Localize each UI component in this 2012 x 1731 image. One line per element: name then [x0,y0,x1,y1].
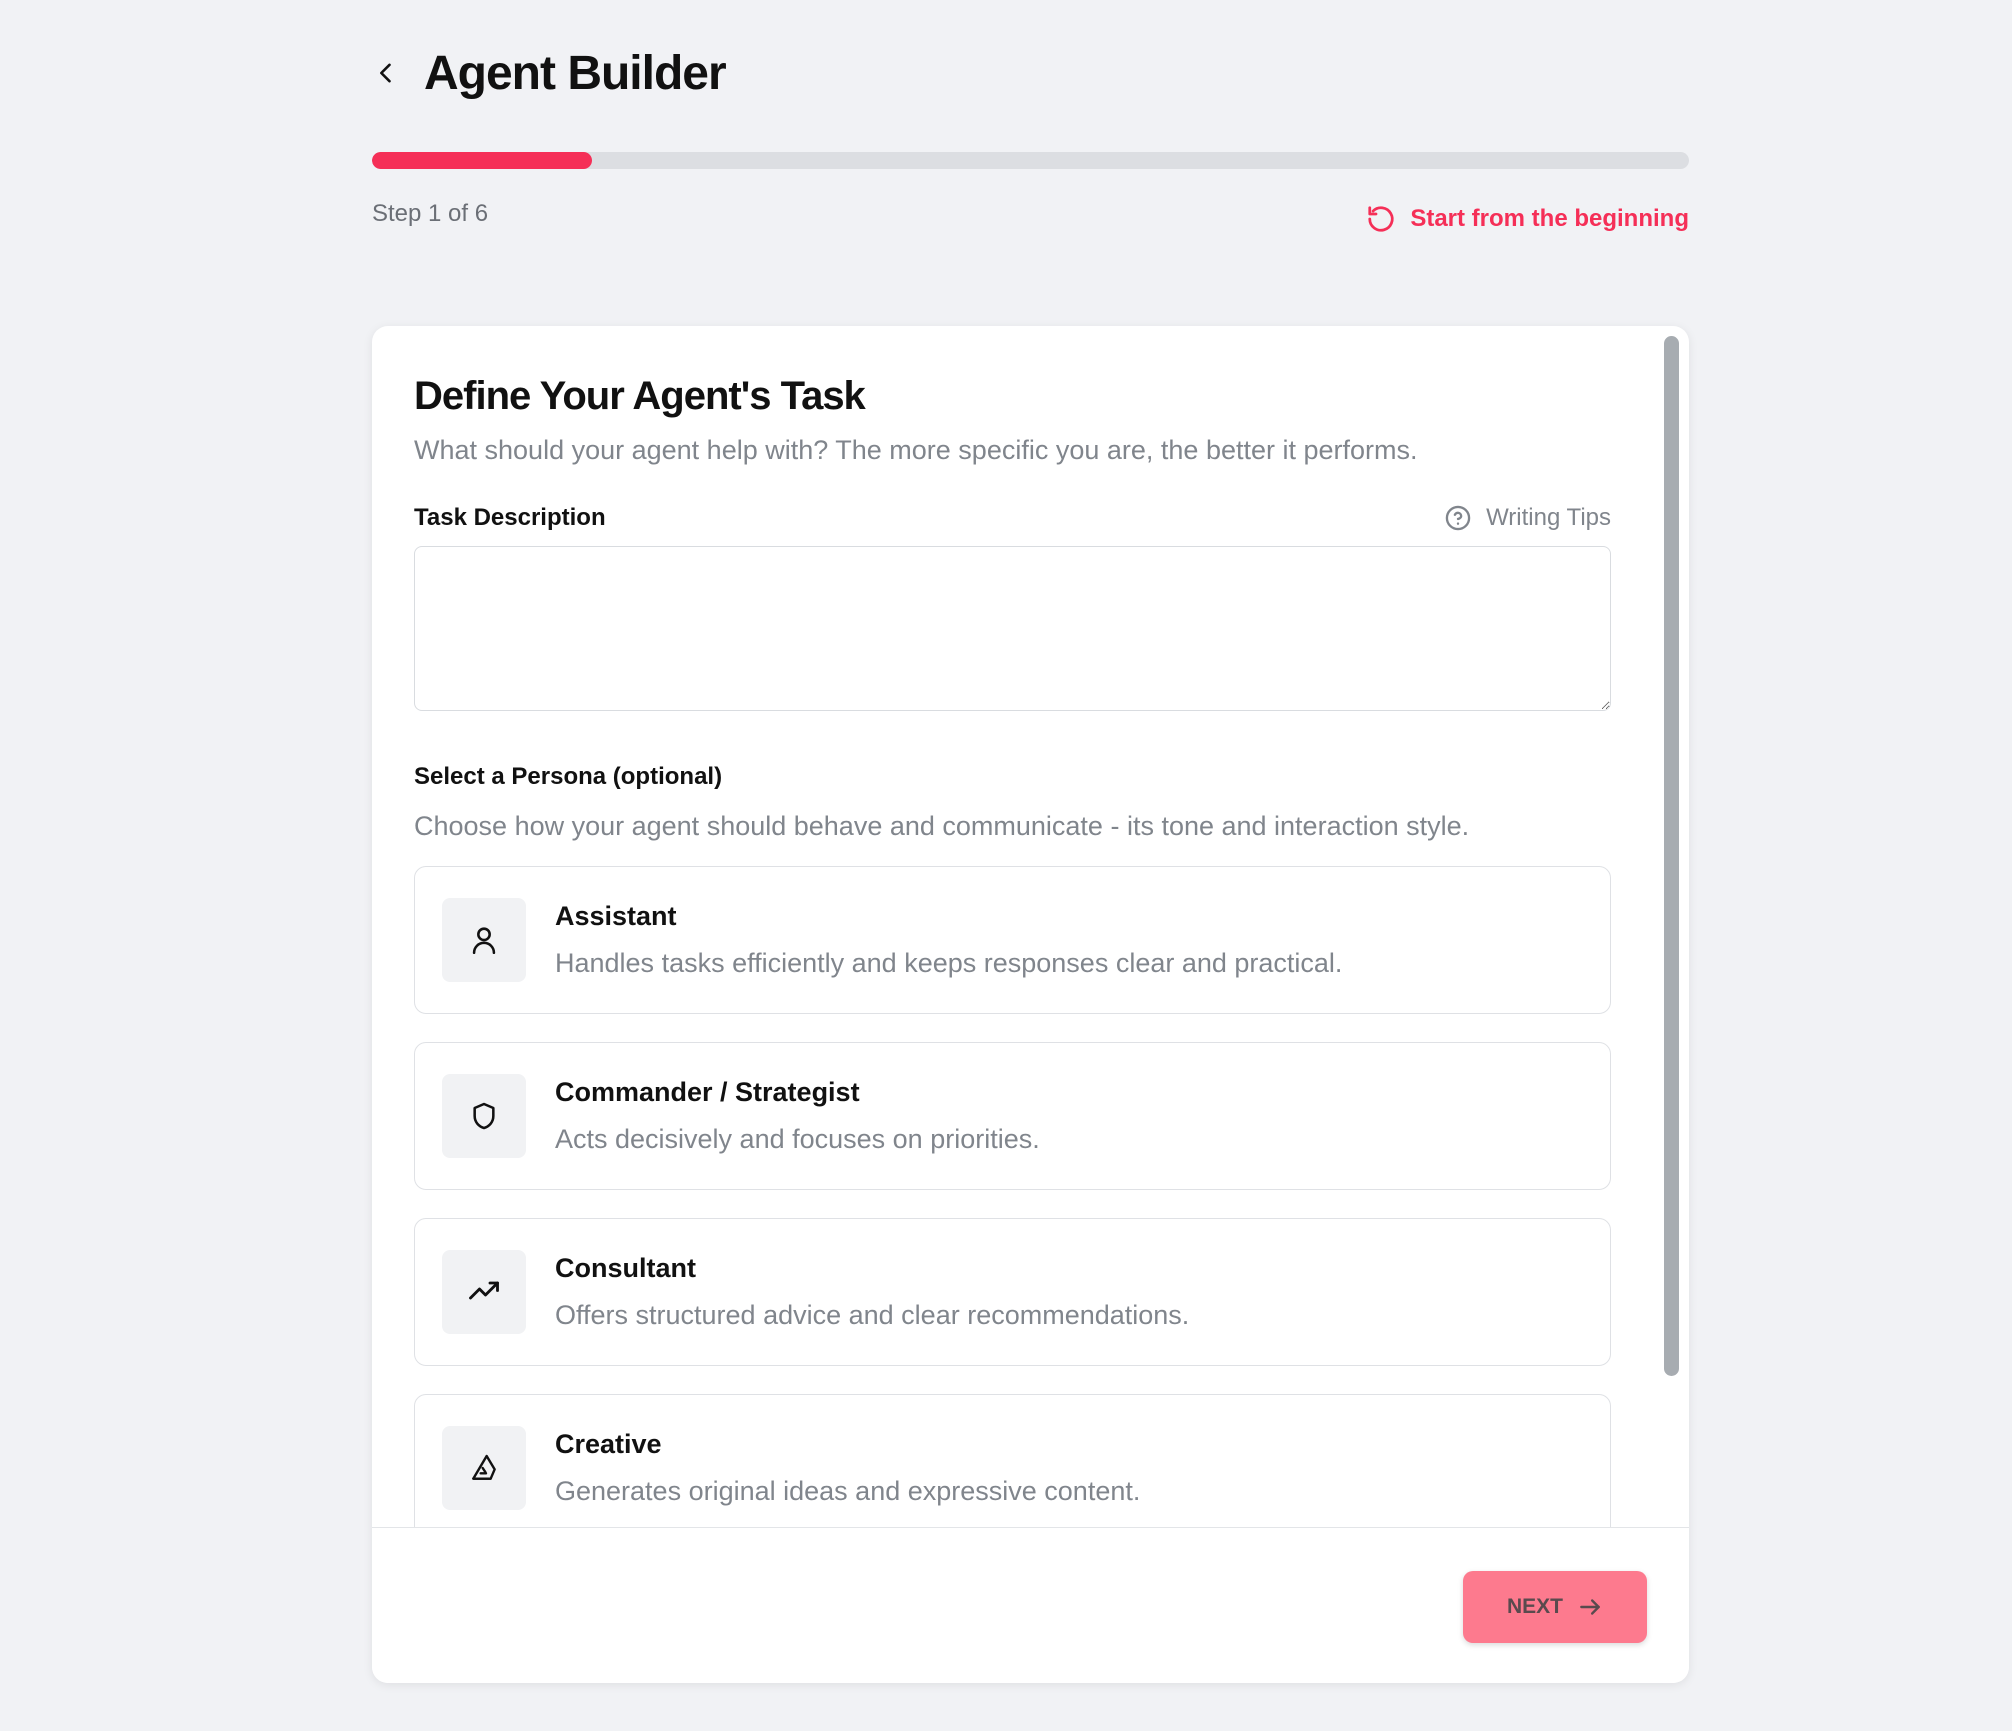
scrollbar-thumb[interactable] [1664,336,1679,1376]
next-label: NEXT [1506,1595,1563,1618]
card-scroll-area[interactable]: Define Your Agent's Task What should you… [372,326,1689,1527]
progress-bar [372,152,1689,169]
persona-desc: Generates original ideas and expressive … [555,1476,1141,1506]
next-button[interactable]: NEXT [1463,1571,1647,1643]
page-title: Agent Builder [424,46,727,100]
back-button[interactable] [372,53,412,93]
title-row: Agent Builder [372,40,1689,106]
shield-icon [473,1102,495,1130]
task-description-label: Task Description [414,504,606,531]
persona-option-assistant[interactable]: Assistant Handles tasks efficiently and … [414,866,1611,1014]
persona-title: Assistant [555,901,677,931]
persona-text: Commander / Strategist Acts decisively a… [555,1077,1040,1155]
persona-section-label: Select a Persona (optional) [414,763,723,790]
persona-section-desc: Choose how your agent should behave and … [414,811,1470,841]
step-label: Step 1 of 6 [372,200,489,227]
progress-fill [372,152,592,169]
persona-option-consultant[interactable]: Consultant Offers structured advice and … [414,1218,1611,1366]
restart-icon [1368,206,1394,232]
card-footer: NEXT [372,1527,1689,1683]
persona-icon-box [442,898,526,982]
writing-tips-label: Writing Tips [1486,504,1611,531]
arrow-right-icon [1580,1599,1600,1615]
persona-text: Consultant Offers structured advice and … [555,1253,1189,1331]
writing-tips-link[interactable]: Writing Tips [1444,504,1611,532]
header: Agent Builder Step 1 of 6 Start from the… [372,40,1689,232]
card-subtitle: What should your agent help with? The mo… [414,435,1418,465]
persona-option-creative[interactable]: Creative Generates original ideas and ex… [414,1394,1611,1527]
persona-option-commander[interactable]: Commander / Strategist Acts decisively a… [414,1042,1611,1190]
persona-title: Consultant [555,1253,696,1283]
persona-icon-box [442,1074,526,1158]
persona-text: Assistant Handles tasks efficiently and … [555,901,1342,979]
help-circle-icon [1445,505,1471,531]
persona-text: Creative Generates original ideas and ex… [555,1429,1140,1507]
agent-builder-page: Agent Builder Step 1 of 6 Start from the… [0,0,2012,1731]
persona-title: Creative [555,1429,662,1459]
persona-title: Commander / Strategist [555,1077,860,1107]
persona-icon-box [442,1250,526,1334]
persona-desc: Handles tasks efficiently and keeps resp… [555,948,1343,978]
persona-icon-box [442,1426,526,1510]
persona-list: Assistant Handles tasks efficiently and … [414,866,1611,1527]
persona-desc: Offers structured advice and clear recom… [555,1300,1190,1330]
restart-label: Start from the beginning [1410,205,1689,232]
user-icon [472,927,496,955]
paint-icon [472,1454,496,1480]
persona-desc: Acts decisively and focuses on prioritie… [555,1124,1040,1154]
trending-up-icon [469,1281,499,1300]
start-from-beginning-link[interactable]: Start from the beginning [1366,204,1689,234]
task-card: Define Your Agent's Task What should you… [372,326,1689,1683]
card-title: Define Your Agent's Task [414,374,866,418]
task-description-input[interactable] [414,546,1611,711]
chevron-left-icon [380,63,391,83]
task-field-row: Task Description Writing Tips [414,504,1611,532]
